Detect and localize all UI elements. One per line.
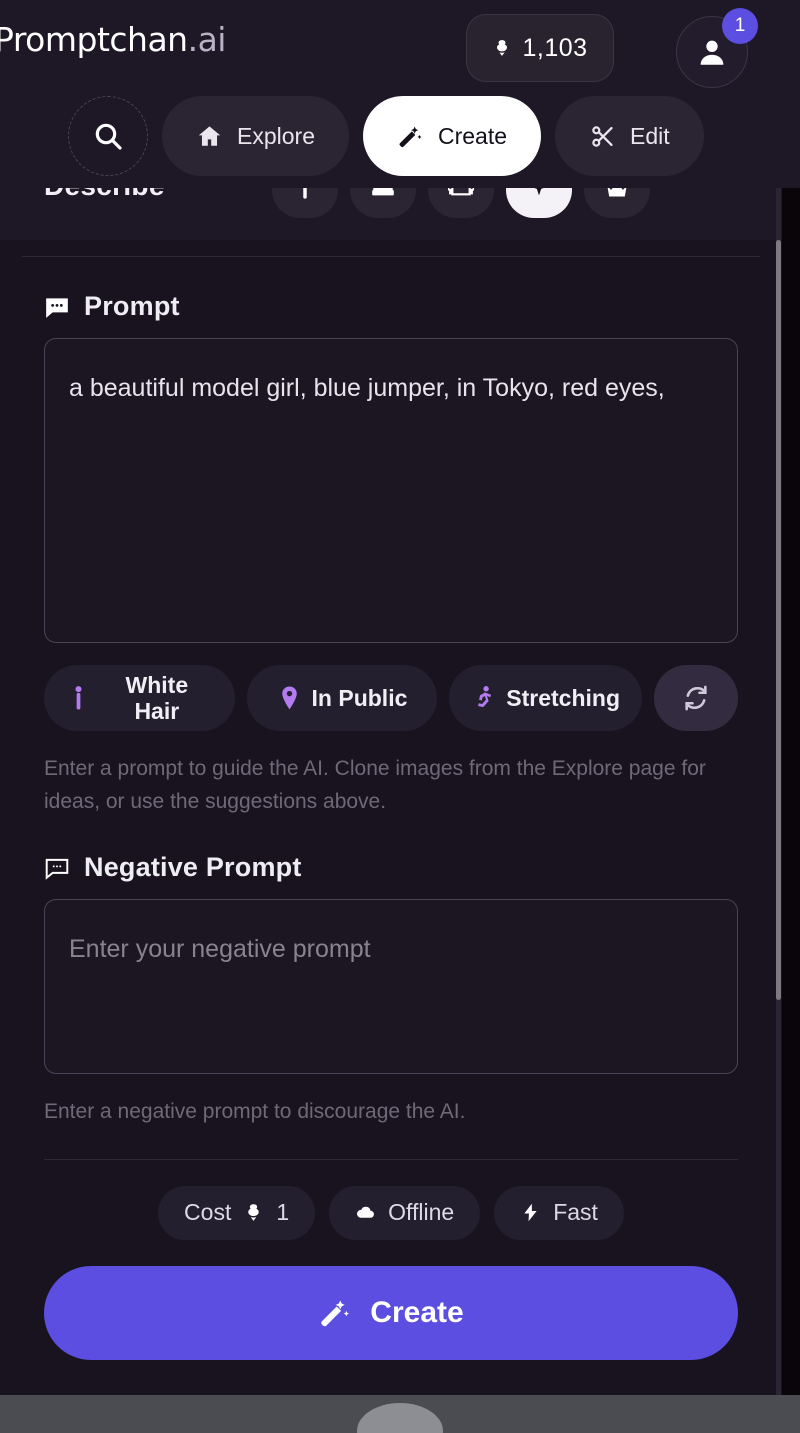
screen-right-edge-top — [782, 0, 800, 188]
category-button-bed[interactable] — [350, 188, 416, 218]
suggestion-chip-stretching[interactable]: Stretching — [449, 665, 643, 731]
token-count: 1,103 — [522, 33, 588, 62]
crown-icon — [607, 188, 627, 197]
speed-badge: Fast — [494, 1185, 624, 1240]
system-home-indicator[interactable] — [357, 1403, 443, 1433]
prompt-label: Prompt — [84, 291, 180, 321]
prompt-label-row: Prompt — [22, 291, 760, 322]
speed-label: Fast — [553, 1199, 598, 1226]
describe-category-strip: Describe — [0, 188, 782, 240]
profile-area[interactable]: 1 — [676, 8, 758, 88]
app-header: Promptchan.ai 1,103 1 Explore Create Edi… — [0, 0, 782, 188]
create-button-label: Create — [370, 1295, 464, 1329]
mode-badge: Offline — [329, 1185, 481, 1240]
suggestion-chip-stretching-label: Stretching — [506, 684, 621, 711]
running-person-icon — [471, 685, 496, 712]
couch-icon — [448, 188, 474, 196]
prompt-helper-text: Enter a prompt to guide the AI. Clone im… — [44, 757, 706, 813]
lightning-icon — [524, 1203, 537, 1222]
map-pin-icon — [277, 685, 302, 712]
nav-tab-create[interactable]: Create — [362, 96, 542, 176]
nav-tab-edit-label: Edit — [630, 122, 670, 149]
generation-status-row: Cost 1 Offline Fast — [22, 1185, 760, 1240]
form-divider — [44, 1158, 738, 1160]
nav-tab-edit[interactable]: Edit — [555, 96, 704, 176]
suggestion-chip-white-hair-label: White Hair — [125, 671, 189, 724]
search-button[interactable] — [68, 96, 148, 176]
category-icon-group — [272, 188, 650, 218]
cost-badge: Cost 1 — [158, 1185, 316, 1240]
prompt-input[interactable]: a beautiful model girl, blue jumper, in … — [44, 338, 738, 643]
negative-prompt-helper-text: Enter a negative prompt to discourage th… — [44, 1100, 466, 1124]
suggestion-chip-white-hair[interactable]: White Hair — [44, 665, 235, 731]
app-root: Promptchan.ai 1,103 1 Explore Create Edi… — [0, 0, 800, 1433]
mode-label: Offline — [388, 1199, 455, 1226]
create-form: Prompt a beautiful model girl, blue jump… — [0, 240, 782, 1395]
token-balance-pill[interactable]: 1,103 — [466, 14, 614, 82]
system-navigation-bar — [0, 1395, 800, 1433]
user-icon — [700, 40, 724, 65]
category-button-couch[interactable] — [428, 188, 494, 218]
category-button-person[interactable] — [272, 188, 338, 218]
describe-section-label: Describe — [44, 188, 165, 202]
refresh-icon — [685, 685, 707, 711]
suggestion-chips-row: White Hair In Public Stretching — [44, 665, 739, 731]
brand-name: Promptchan — [0, 20, 188, 59]
notification-badge[interactable]: 1 — [722, 8, 758, 44]
negative-prompt-label-row: Negative Prompt — [22, 852, 760, 883]
create-button[interactable]: Create — [44, 1265, 738, 1360]
cost-value: 1 — [276, 1199, 290, 1226]
scissors-icon — [592, 125, 613, 147]
nav-tab-create-label: Create — [437, 122, 508, 149]
brand-logo[interactable]: Promptchan.ai — [0, 20, 226, 59]
cloud-off-icon — [357, 1206, 375, 1218]
negative-prompt-input[interactable]: Enter your negative prompt — [44, 899, 738, 1075]
bed-icon — [372, 188, 394, 196]
top-divider — [22, 256, 760, 257]
brand-suffix: .ai — [187, 20, 227, 59]
refresh-suggestions-button[interactable] — [654, 665, 739, 731]
search-icon — [95, 123, 122, 150]
cost-label: Cost — [184, 1199, 232, 1226]
gem-icon — [248, 1204, 260, 1221]
home-icon — [198, 125, 221, 146]
scrollbar-thumb[interactable] — [776, 240, 781, 1000]
screen-right-edge — [782, 0, 800, 1395]
negative-prompt-label: Negative Prompt — [84, 852, 302, 883]
category-button-crown[interactable] — [584, 188, 650, 218]
magic-wand-icon — [321, 1300, 350, 1326]
main-nav: Explore Create Edit — [0, 96, 782, 176]
suggestion-chip-in-public-label: In Public — [311, 684, 408, 711]
sparkle-icon — [534, 188, 544, 196]
gem-icon — [492, 38, 512, 58]
chat-bubble-icon — [46, 297, 68, 318]
category-button-sparkle[interactable] — [506, 188, 572, 218]
header-top-row: Promptchan.ai 1,103 1 — [0, 0, 782, 96]
nav-tab-explore[interactable]: Explore — [162, 96, 349, 176]
chat-bubble-icon — [45, 858, 69, 880]
magic-wand-icon — [399, 126, 422, 147]
person-standing-icon — [66, 685, 91, 712]
nav-tab-explore-label: Explore — [237, 122, 315, 149]
person-icon — [303, 188, 307, 199]
suggestion-chip-in-public[interactable]: In Public — [246, 665, 438, 731]
